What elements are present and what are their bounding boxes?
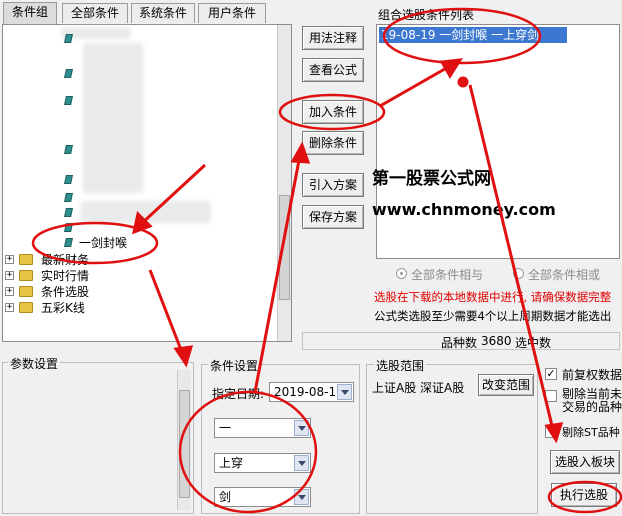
import-plan-button[interactable]: 引入方案: [302, 173, 364, 197]
formula-icon: [64, 34, 73, 43]
formula-icon: [64, 208, 73, 217]
tree-group-latest-finance[interactable]: + 最新财务: [5, 252, 89, 268]
scrollbar-thumb[interactable]: [279, 195, 290, 300]
chevron-down-icon[interactable]: [294, 455, 309, 471]
add-to-block-button[interactable]: 选股入板块: [550, 450, 620, 474]
param-scrollbar[interactable]: [177, 370, 191, 510]
folder-icon: [19, 286, 33, 297]
tree-group-label: 实时行情: [41, 269, 90, 283]
formula-icon: [64, 223, 73, 232]
usage-button[interactable]: 用法注释: [302, 26, 364, 50]
watermark-title: 第一股票公式网: [372, 169, 491, 189]
formula-icon: [64, 238, 73, 247]
formula-period-notice: 公式类选股至少需要4个以上周期数据才能选出: [374, 309, 612, 323]
param1-select[interactable]: 一: [214, 418, 311, 438]
tab-user-conditions[interactable]: 用户条件: [198, 3, 266, 23]
expand-icon[interactable]: +: [5, 303, 14, 312]
or-radio[interactable]: [513, 268, 524, 279]
formula-icon: [64, 96, 73, 105]
exclude-st-label: 剔除ST品种: [562, 426, 620, 439]
param-settings-group: [2, 362, 194, 514]
param2-select[interactable]: 上穿: [214, 453, 311, 473]
param3-select[interactable]: 剑: [214, 487, 311, 507]
date-label: 指定日期:: [212, 387, 265, 401]
restore-label: 前复权数据: [562, 368, 622, 382]
tree-scrollbar[interactable]: [277, 25, 291, 341]
combo-list-item[interactable]: 19-08-19 一剑封喉 一上穿剑: [379, 27, 567, 43]
folder-icon: [19, 270, 33, 281]
tree-item-label: 一剑封喉: [79, 236, 128, 250]
tree-item-yijianfenghou[interactable]: 一剑封喉: [64, 235, 128, 251]
tab-bar: 条件组 全部条件 系统条件 用户条件: [0, 0, 370, 24]
tree-group-condition-select[interactable]: + 条件选股: [5, 284, 89, 300]
param1-value: 一: [219, 421, 232, 435]
watermark-url: www.chnmoney.com: [372, 200, 556, 219]
tree-group-realtime[interactable]: + 实时行情: [5, 268, 89, 284]
formula-icon: [64, 193, 73, 202]
restore-checkbox[interactable]: ✓: [545, 368, 557, 380]
total-count-label: 品种数: [441, 336, 478, 350]
change-range-button[interactable]: 改变范围: [478, 374, 534, 396]
local-data-notice: 选股在下载的本地数据中进行, 请确保数据完整: [374, 290, 612, 304]
chevron-down-icon[interactable]: [337, 384, 352, 400]
exclude-st-checkbox[interactable]: [545, 426, 557, 438]
blurred-tree-item: [81, 201, 211, 223]
formula-icon: [64, 175, 73, 184]
param2-value: 上穿: [219, 456, 244, 470]
tree-group-label: 五彩K线: [41, 301, 85, 315]
blurred-tree-items: [83, 43, 143, 193]
tree-group-label: 最新财务: [41, 253, 90, 267]
formula-icon: [64, 69, 73, 78]
chevron-down-icon[interactable]: [294, 489, 309, 505]
tab-condition-group[interactable]: 条件组: [3, 2, 57, 24]
tree-group-kline[interactable]: + 五彩K线: [5, 300, 85, 316]
tree-group-label: 条件选股: [41, 285, 90, 299]
and-radio[interactable]: [396, 268, 407, 279]
exclude-suspended-label: 剔除当前未交易的品种: [562, 387, 622, 414]
total-count-value: 3680: [481, 334, 512, 348]
chevron-down-icon[interactable]: [294, 420, 309, 436]
expand-icon[interactable]: +: [5, 287, 14, 296]
scrollbar-thumb[interactable]: [179, 390, 190, 498]
exclude-suspended-checkbox[interactable]: [545, 390, 557, 402]
combo-list-title: 组合选股条件列表: [378, 8, 475, 22]
formula-icon: [64, 145, 73, 154]
delete-condition-button[interactable]: 删除条件: [302, 131, 364, 155]
tab-all-conditions[interactable]: 全部条件: [62, 3, 128, 23]
range-value: 上证A股 深证A股: [372, 381, 465, 395]
folder-icon: [19, 254, 33, 265]
condition-settings-label: 条件设置: [208, 357, 261, 374]
date-value: 2019-08-19: [274, 385, 344, 399]
date-select[interactable]: 2019-08-19: [269, 382, 354, 402]
selected-count-label: 选中数: [515, 336, 552, 350]
stats-bar: 品种数 3680 选中数: [302, 332, 620, 350]
add-condition-button[interactable]: 加入条件: [302, 100, 364, 124]
folder-icon: [19, 302, 33, 313]
combo-condition-list[interactable]: 19-08-19 一剑封喉 一上穿剑: [376, 24, 620, 259]
view-formula-button[interactable]: 查看公式: [302, 58, 364, 82]
expand-icon[interactable]: +: [5, 255, 14, 264]
execute-button[interactable]: 执行选股: [551, 483, 617, 507]
expand-icon[interactable]: +: [5, 271, 14, 280]
param-settings-label: 参数设置: [8, 355, 61, 372]
or-radio-label: 全部条件相或: [528, 268, 601, 282]
condition-tree[interactable]: 一剑封喉 + 最新财务 + 实时行情 + 条件选股 + 五彩K线: [2, 24, 292, 342]
and-radio-label: 全部条件相与: [411, 268, 484, 282]
save-plan-button[interactable]: 保存方案: [302, 205, 364, 229]
range-label: 选股范围: [374, 357, 427, 374]
param3-value: 剑: [219, 490, 232, 504]
tab-system-conditions[interactable]: 系统条件: [131, 3, 195, 23]
